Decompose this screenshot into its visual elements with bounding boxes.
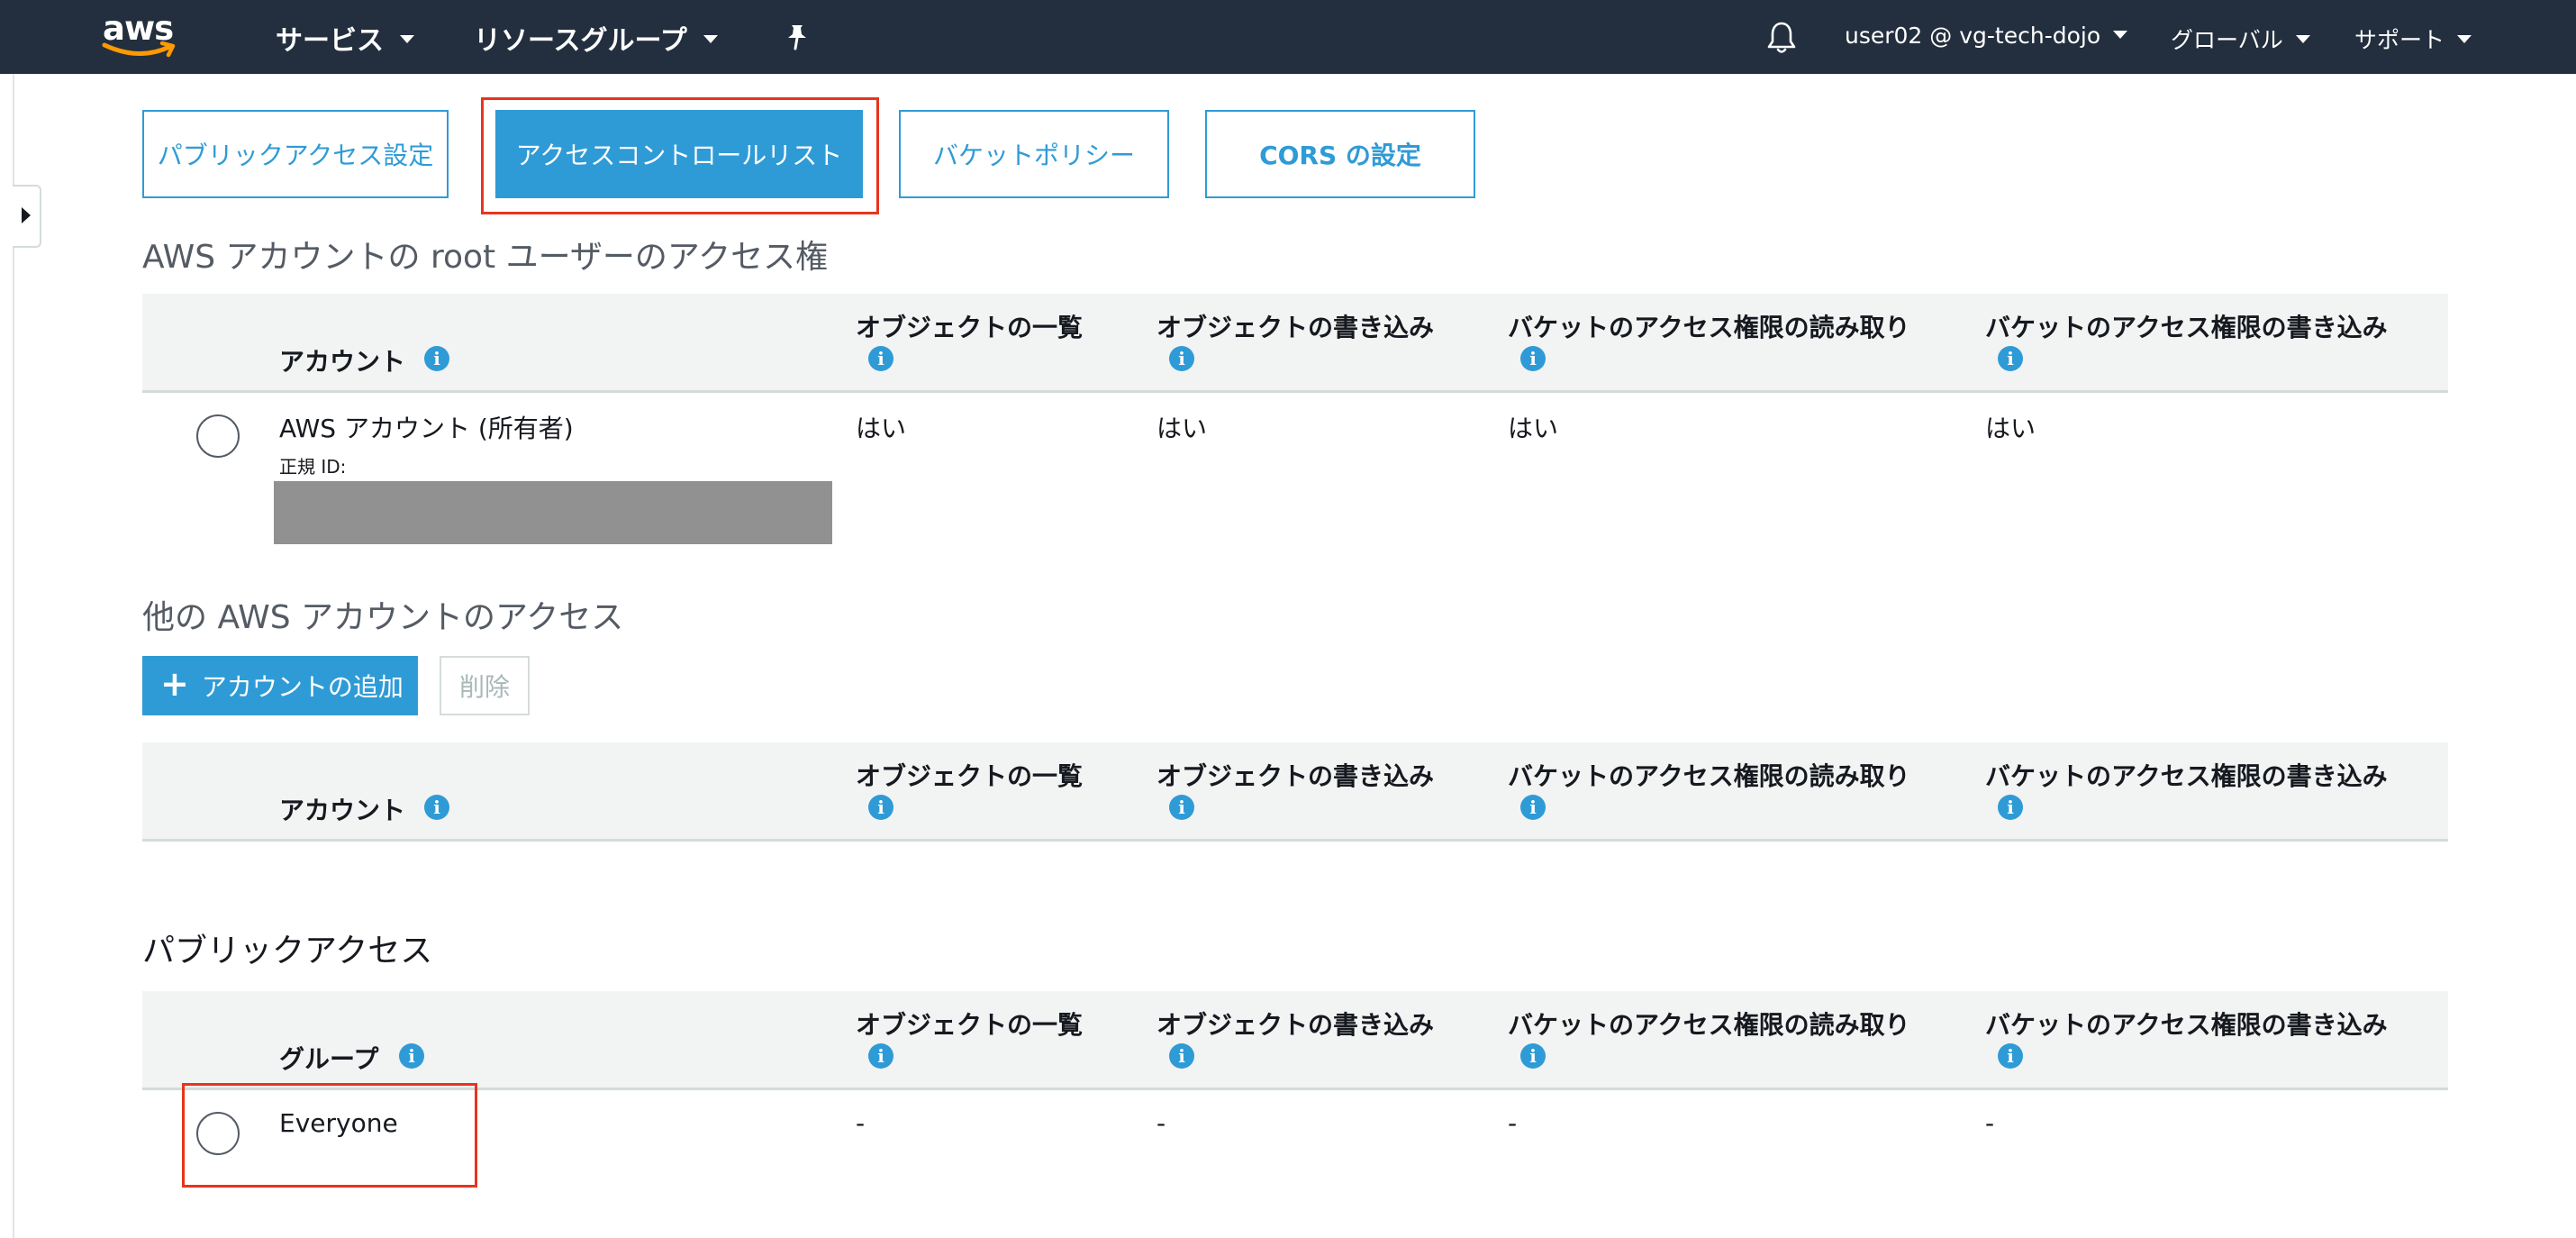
support-menu[interactable]: サポート (2354, 23, 2472, 55)
cell-read-bucket-acl: - (1508, 1108, 1518, 1138)
radio-select-owner[interactable] (196, 414, 240, 458)
column-header-list-objects: オブジェクトの一覧 (856, 761, 1084, 791)
resource-groups-label: リソースグループ (474, 25, 687, 57)
info-icon[interactable]: i (1998, 1043, 2023, 1069)
tab-public-access-settings[interactable]: パブリックアクセス設定 (142, 110, 449, 198)
info-icon[interactable]: i (868, 346, 893, 371)
delete-button[interactable]: 削除 (440, 656, 530, 715)
cell-write-bucket-acl: - (1985, 1108, 1995, 1138)
info-icon[interactable]: i (424, 346, 449, 371)
bell-icon[interactable] (1765, 20, 1798, 56)
column-header-list-objects: オブジェクトの一覧 (856, 1010, 1084, 1040)
info-icon[interactable]: i (1998, 795, 2023, 820)
column-header-write-bucket-acl: バケットのアクセス権限の書き込み (1985, 761, 2388, 791)
side-panel-toggle[interactable] (13, 185, 41, 248)
info-icon[interactable]: i (868, 795, 893, 820)
services-menu[interactable]: サービス (276, 18, 414, 58)
info-icon[interactable]: i (1169, 1043, 1194, 1069)
caret-right-icon (22, 207, 31, 223)
chevron-down-icon (2113, 30, 2128, 39)
column-header-account: アカウント (279, 796, 406, 825)
radio-select-everyone[interactable] (196, 1112, 240, 1155)
tab-bucket-policy[interactable]: バケットポリシー (899, 110, 1169, 198)
canonical-id-label: 正規 ID: (279, 456, 347, 478)
plus-icon: + (160, 664, 189, 704)
cell-write-objects: はい (1156, 414, 1208, 443)
info-icon[interactable]: i (1998, 346, 2023, 371)
section-title-public-access: パブリックアクセス (142, 933, 433, 969)
account-label: user02 @ vg-tech-dojo (1845, 23, 2101, 49)
services-label: サービス (276, 25, 384, 57)
top-nav: aws サービス リソースグループ user02 @ vg-tech-dojo … (0, 0, 2576, 74)
add-account-label: アカウントの追加 (201, 672, 404, 702)
aws-smile-icon (102, 41, 176, 58)
column-header-account: アカウント (279, 347, 406, 377)
side-panel-border (13, 74, 14, 1238)
region-label: グローバル (2171, 27, 2283, 53)
group-name: Everyone (279, 1108, 398, 1138)
cell-write-bucket-acl: はい (1985, 414, 2036, 443)
column-header-write-objects: オブジェクトの書き込み (1156, 1010, 1435, 1040)
column-header-read-bucket-acl: バケットのアクセス権限の読み取り (1508, 313, 1910, 342)
tab-cors-configuration[interactable]: CORS の設定 (1205, 110, 1475, 198)
column-header-write-bucket-acl: バケットのアクセス権限の書き込み (1985, 1010, 2388, 1040)
info-icon[interactable]: i (1520, 346, 1546, 371)
resource-groups-menu[interactable]: リソースグループ (474, 18, 718, 58)
info-icon[interactable]: i (1520, 795, 1546, 820)
tab-access-control-list[interactable]: アクセスコントロールリスト (495, 110, 863, 198)
info-icon[interactable]: i (424, 795, 449, 820)
section-title-other-accounts: 他の AWS アカウントのアクセス (142, 599, 624, 636)
region-menu[interactable]: グローバル (2171, 23, 2310, 55)
info-icon[interactable]: i (1169, 795, 1194, 820)
chevron-down-icon (400, 35, 414, 43)
column-header-write-objects: オブジェクトの書き込み (1156, 761, 1435, 791)
cell-write-objects: - (1156, 1108, 1166, 1138)
add-account-button[interactable]: + アカウントの追加 (142, 656, 418, 715)
chevron-down-icon (2457, 34, 2472, 43)
pushpin-icon[interactable] (785, 23, 809, 50)
info-icon[interactable]: i (868, 1043, 893, 1069)
account-menu[interactable]: user02 @ vg-tech-dojo (1845, 23, 2128, 49)
chevron-down-icon (2295, 34, 2310, 43)
aws-logo[interactable]: aws (101, 9, 182, 61)
column-header-read-bucket-acl: バケットのアクセス権限の読み取り (1508, 1010, 1910, 1040)
column-header-read-bucket-acl: バケットのアクセス権限の読み取り (1508, 761, 1910, 791)
redacted-canonical-id (274, 481, 832, 544)
support-label: サポート (2354, 27, 2445, 53)
column-header-write-bucket-acl: バケットのアクセス権限の書き込み (1985, 313, 2388, 342)
account-name: AWS アカウント (所有者) (279, 414, 574, 443)
info-icon[interactable]: i (399, 1043, 424, 1069)
cell-list-objects: - (856, 1108, 866, 1138)
chevron-down-icon (703, 35, 718, 43)
info-icon[interactable]: i (1520, 1043, 1546, 1069)
column-header-write-objects: オブジェクトの書き込み (1156, 313, 1435, 342)
cell-read-bucket-acl: はい (1508, 414, 1559, 443)
column-header-list-objects: オブジェクトの一覧 (856, 313, 1084, 342)
column-header-group: グループ (279, 1044, 379, 1074)
section-title-root-access: AWS アカウントの root ユーザーのアクセス権 (142, 239, 829, 276)
cell-list-objects: はい (856, 414, 907, 443)
info-icon[interactable]: i (1169, 346, 1194, 371)
